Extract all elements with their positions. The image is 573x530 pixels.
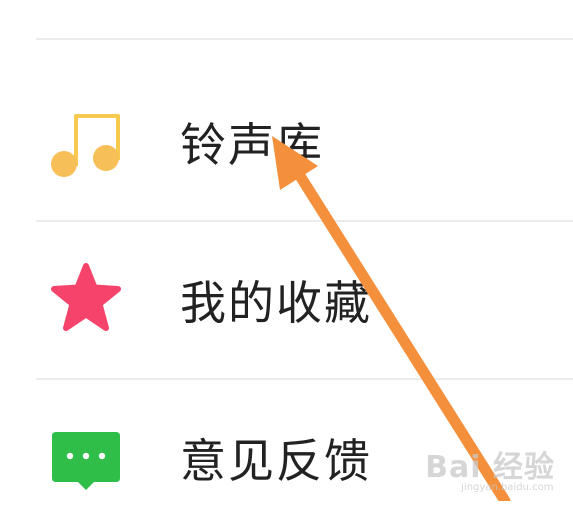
menu-item-my-favorites[interactable]: 我的收藏 [0,222,573,372]
music-note-icon [51,114,120,177]
star-icon [51,263,121,331]
chat-bubble-icon [52,432,120,490]
menu-item-label: 意见反馈 [180,434,372,488]
menu-item-label: 铃声库 [180,118,324,172]
divider [36,38,573,40]
menu-item-ringtone-library[interactable]: 铃声库 [0,70,573,220]
menu-item-feedback[interactable]: 意见反馈 [0,380,573,530]
menu-item-label: 我的收藏 [180,276,372,330]
